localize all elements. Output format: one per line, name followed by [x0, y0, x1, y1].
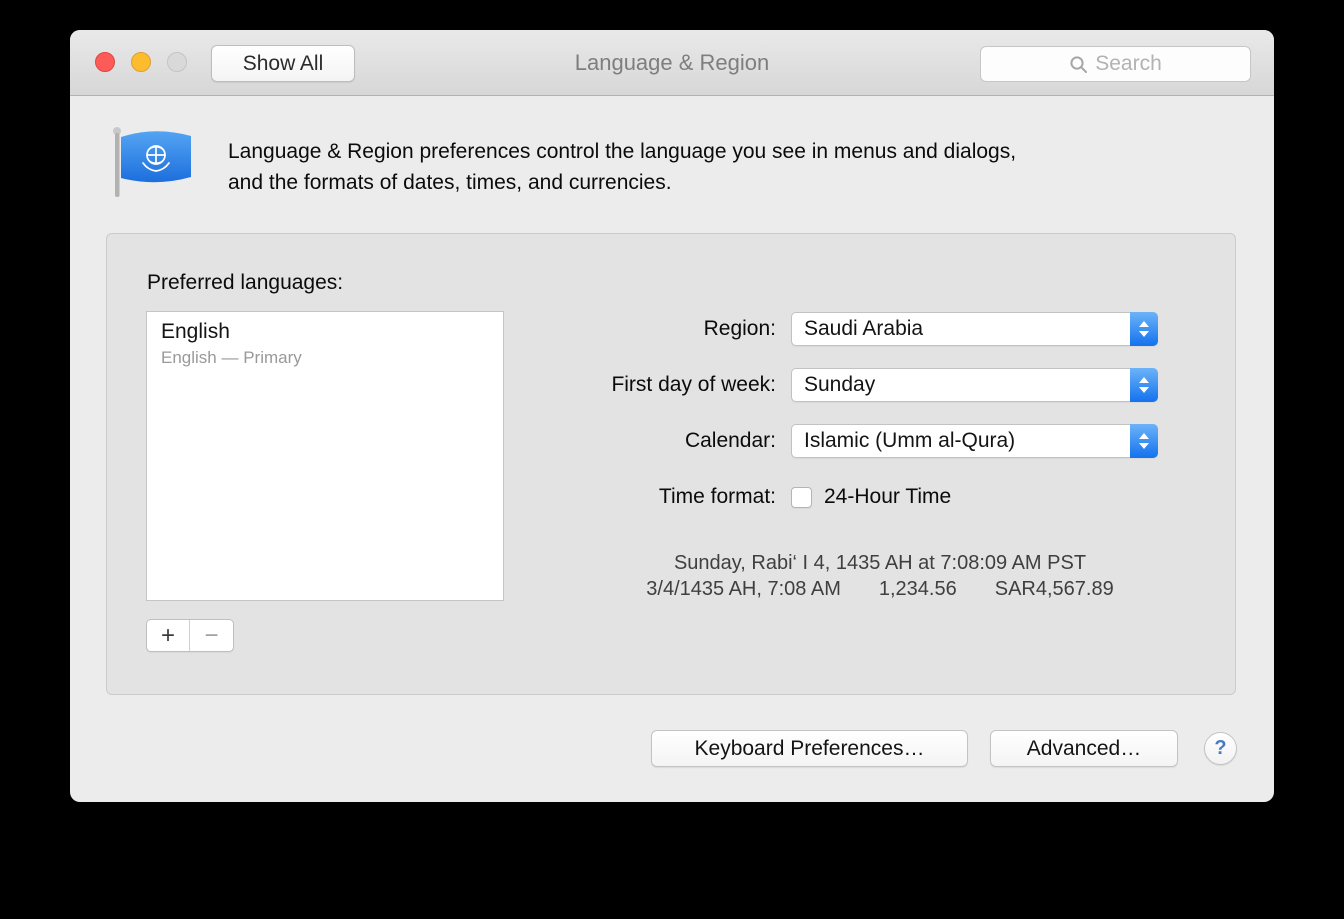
advanced-button[interactable]: Advanced… — [990, 730, 1178, 767]
24-hour-time-label: 24-Hour Time — [824, 480, 951, 514]
language-region-window: Show All Language & Region Search — [70, 30, 1274, 802]
close-button[interactable] — [95, 52, 115, 72]
first-day-row: First day of week: Sunday — [107, 368, 1235, 402]
sample-short-formats: 3/4/1435 AH, 7:08 AM 1,234.56 SAR4,567.89 — [550, 576, 1210, 602]
first-day-value: Sunday — [792, 373, 1130, 397]
first-day-label: First day of week: — [357, 368, 776, 402]
calendar-row: Calendar: Islamic (Umm al-Qura) — [107, 424, 1235, 458]
region-label: Region: — [357, 312, 776, 346]
preferences-description: Language & Region preferences control th… — [228, 136, 1016, 198]
search-icon — [1069, 55, 1088, 74]
show-all-button[interactable]: Show All — [211, 45, 355, 82]
first-day-popup[interactable]: Sunday — [791, 368, 1158, 402]
zoom-button — [167, 52, 187, 72]
traffic-lights — [95, 52, 187, 72]
description-line-1: Language & Region preferences control th… — [228, 136, 1016, 167]
time-format-label: Time format: — [357, 480, 776, 514]
24-hour-time-checkbox[interactable] — [791, 487, 812, 508]
format-samples: Sunday, Rabi‘ I 4, 1435 AH at 7:08:09 AM… — [550, 550, 1210, 602]
calendar-value: Islamic (Umm al-Qura) — [792, 429, 1130, 453]
popup-chevrons-icon — [1130, 312, 1158, 346]
language-list-controls: + − — [146, 619, 234, 652]
minimize-button[interactable] — [131, 52, 151, 72]
popup-chevrons-icon — [1130, 368, 1158, 402]
region-row: Region: Saudi Arabia — [107, 312, 1235, 346]
keyboard-preferences-button[interactable]: Keyboard Preferences… — [651, 730, 968, 767]
region-popup[interactable]: Saudi Arabia — [791, 312, 1158, 346]
sample-long-date: Sunday, Rabi‘ I 4, 1435 AH at 7:08:09 AM… — [550, 550, 1210, 576]
remove-language-button[interactable]: − — [190, 620, 233, 651]
add-language-button[interactable]: + — [147, 620, 190, 651]
description-line-2: and the formats of dates, times, and cur… — [228, 167, 1016, 198]
region-value: Saudi Arabia — [792, 317, 1130, 341]
search-placeholder: Search — [1095, 52, 1162, 76]
window-title: Language & Region — [370, 50, 974, 76]
sample-short-datetime: 3/4/1435 AH, 7:08 AM — [646, 578, 841, 600]
popup-chevrons-icon — [1130, 424, 1158, 458]
time-format-row: Time format: 24-Hour Time — [107, 480, 1235, 514]
language-subtitle: English — Primary — [161, 348, 489, 368]
sample-currency: SAR4,567.89 — [995, 578, 1114, 600]
preferred-languages-label: Preferred languages: — [147, 271, 343, 295]
settings-panel: Preferred languages: English English — P… — [106, 233, 1236, 695]
help-button[interactable]: ? — [1204, 732, 1237, 765]
calendar-label: Calendar: — [357, 424, 776, 458]
calendar-popup[interactable]: Islamic (Umm al-Qura) — [791, 424, 1158, 458]
un-flag-icon — [108, 122, 194, 200]
sample-number: 1,234.56 — [879, 578, 957, 600]
titlebar: Show All Language & Region Search — [70, 30, 1274, 96]
search-field[interactable]: Search — [980, 46, 1251, 82]
